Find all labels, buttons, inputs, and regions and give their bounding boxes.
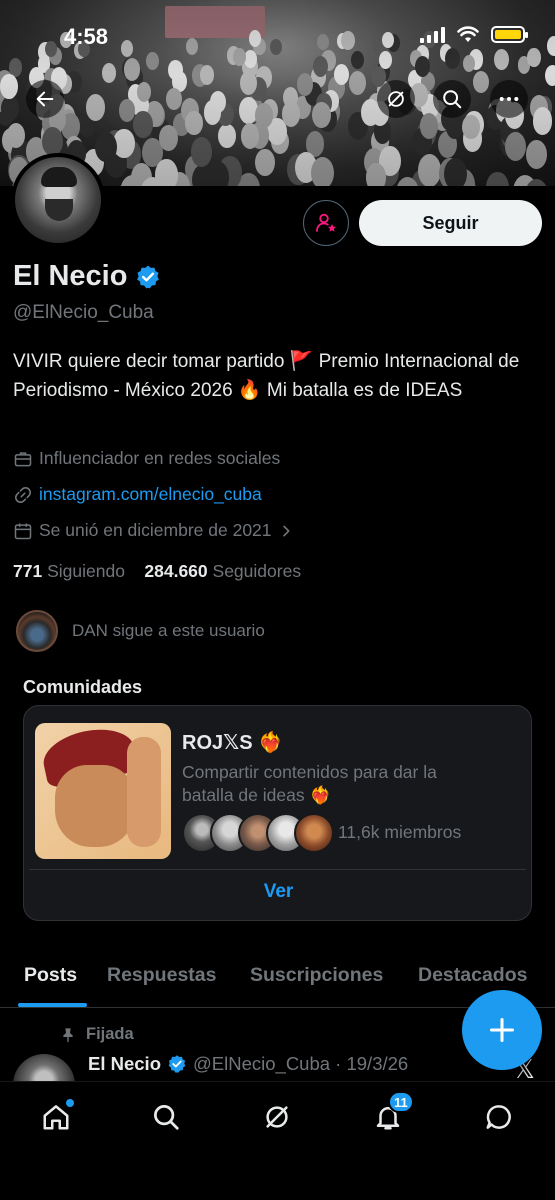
profile-tabs: Posts Respuestas Suscripciones Destacado… — [0, 952, 555, 1008]
messages-icon — [486, 1105, 511, 1129]
chevron-right-icon — [282, 525, 289, 536]
calendar-icon — [14, 523, 32, 539]
home-icon — [43, 1105, 69, 1130]
followers-link[interactable]: 284.660 Seguidores — [144, 561, 301, 581]
profile-category-label: Influenciador en redes sociales — [39, 448, 281, 468]
follower-avatar — [16, 610, 58, 652]
plus-icon — [489, 1017, 515, 1043]
nav-home[interactable] — [38, 1099, 74, 1135]
link-icon — [15, 486, 31, 503]
person-star-icon — [316, 213, 336, 232]
compose-button[interactable] — [462, 990, 542, 1070]
status-bar: 4:58 — [0, 20, 555, 54]
nav-notifications[interactable]: 11 — [370, 1091, 414, 1135]
profile-stats: 771 Siguiendo 284.660 Seguidores — [13, 561, 301, 582]
following-count: 771 — [13, 561, 43, 581]
grok-icon — [388, 91, 404, 107]
pinned-label-row: Fijada — [60, 1025, 134, 1044]
communities-title: Comunidades — [23, 677, 143, 697]
briefcase-icon — [14, 451, 32, 466]
notifications-badge: 11 — [388, 1091, 414, 1113]
bottom-navigation: 11 — [0, 1081, 555, 1200]
tab-posts[interactable]: Posts — [24, 964, 77, 987]
tab-highlights[interactable]: Destacados — [418, 964, 527, 987]
search-button[interactable] — [433, 80, 471, 118]
active-tab-indicator — [18, 1003, 87, 1007]
nav-messages[interactable] — [481, 1099, 517, 1135]
profile-joined-row[interactable]: Se unió en diciembre de 2021 — [13, 520, 294, 541]
home-notification-dot — [66, 1099, 74, 1107]
grok-icon — [266, 1106, 288, 1128]
verified-badge-icon — [168, 1055, 186, 1073]
followed-by-row[interactable]: DAN sigue a este usuario — [16, 610, 265, 652]
community-see-button[interactable]: Ver — [24, 881, 533, 903]
profile-link[interactable]: instagram.com/elnecio_cuba — [39, 484, 262, 505]
followed-by-text: DAN sigue a este usuario — [72, 621, 265, 640]
nav-grok[interactable] — [259, 1099, 295, 1135]
post-author-name[interactable]: El Necio — [88, 1053, 161, 1075]
battery-icon — [491, 26, 528, 43]
followers-count: 284.660 — [144, 561, 208, 581]
verified-badge-icon[interactable] — [135, 264, 161, 290]
cell-signal-icon — [420, 26, 445, 43]
tab-replies[interactable]: Respuestas — [107, 964, 216, 987]
search-icon — [154, 1105, 179, 1130]
subscribe-button[interactable] — [303, 200, 349, 246]
profile-name: El Necio — [13, 260, 128, 292]
followers-label: Seguidores — [212, 561, 302, 581]
community-member-avatars — [182, 813, 334, 853]
following-label: Siguiendo — [47, 561, 125, 581]
post-header: El Necio @ElNecio_Cuba · 19/3/26 — [88, 1053, 408, 1075]
following-link[interactable]: 771 Siguiendo — [13, 561, 125, 581]
more-button[interactable] — [490, 80, 528, 118]
profile-link-row: instagram.com/elnecio_cuba — [13, 484, 262, 505]
status-time: 4:58 — [64, 24, 109, 49]
back-button[interactable] — [26, 80, 64, 118]
community-image — [35, 723, 171, 859]
post-handle-date: @ElNecio_Cuba · 19/3/26 — [193, 1053, 409, 1074]
profile-joined: Se unió en diciembre de 2021 — [39, 520, 272, 540]
more-horizontal-icon — [499, 96, 519, 102]
wifi-icon — [457, 26, 479, 42]
pin-icon — [63, 1027, 73, 1042]
profile-category: Influenciador en redes sociales — [13, 448, 280, 469]
profile-name-row: El Necio — [13, 260, 161, 293]
nav-search[interactable] — [148, 1099, 184, 1135]
arrow-left-icon — [36, 91, 54, 107]
community-card[interactable]: ROJ𝕏S ❤️‍🔥 Compartir contenidos para dar… — [23, 705, 532, 921]
profile-handle: @ElNecio_Cuba — [13, 302, 154, 323]
community-description: Compartir contenidos para dar la batalla… — [182, 762, 437, 805]
search-icon — [443, 90, 462, 109]
pinned-label: Fijada — [86, 1025, 134, 1043]
divider — [29, 869, 526, 870]
follow-button[interactable]: Seguir — [359, 200, 542, 246]
profile-bio: VIVIR quiere decir tomar partido 🚩 Premi… — [13, 351, 520, 401]
profile-avatar[interactable] — [11, 153, 105, 247]
community-members: 11,6k miembros — [338, 822, 462, 842]
community-name: ROJ𝕏S ❤️‍🔥 — [182, 732, 284, 754]
tab-subscriptions[interactable]: Suscripciones — [250, 964, 383, 987]
grok-button[interactable] — [377, 80, 415, 118]
member-avatar — [294, 813, 334, 853]
